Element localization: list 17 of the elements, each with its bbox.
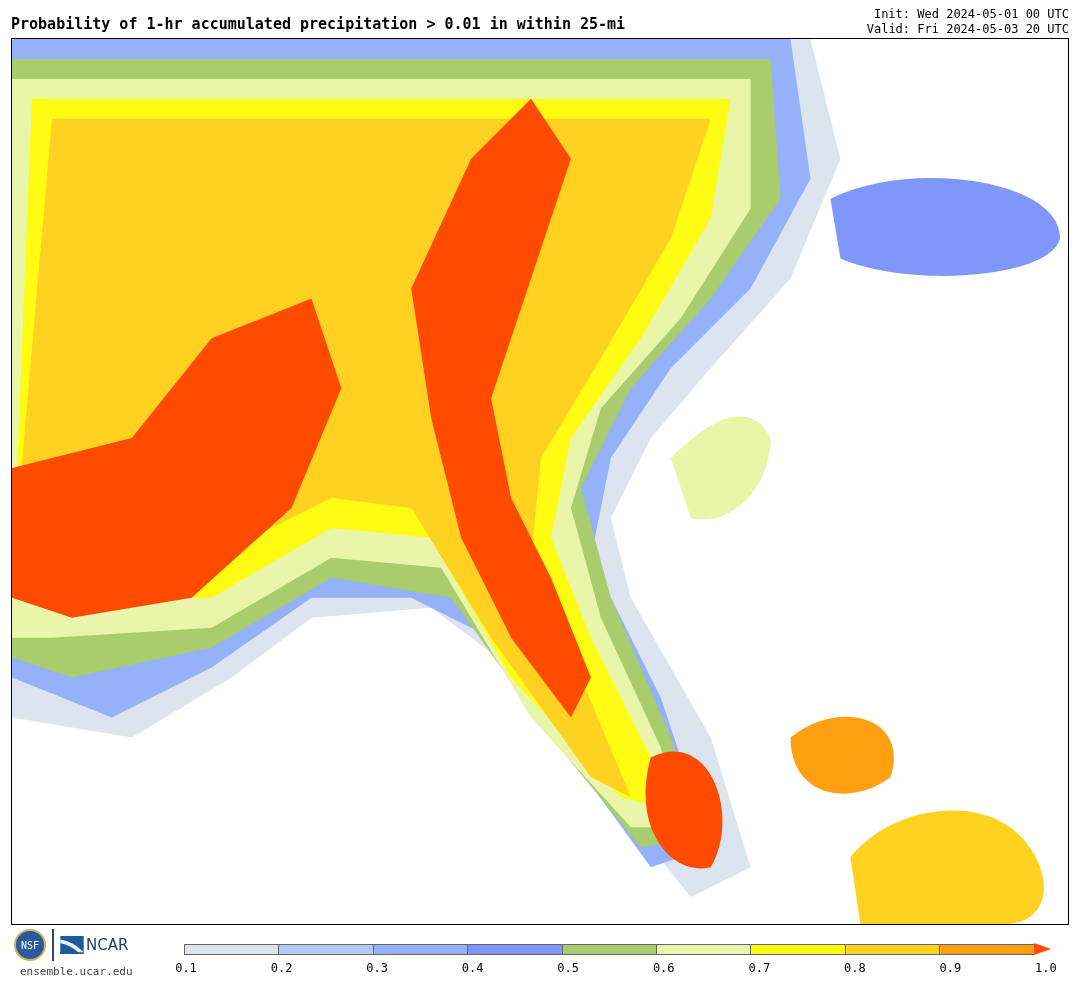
legend-tick-label: 0.1 [174,961,198,975]
legend-tick-label: 0.6 [651,961,676,975]
ncar-emblem-icon [60,936,84,954]
chart-title: Probability of 1-hr accumulated precipitation > 0.01 in within 25-mi [11,15,626,35]
legend-tick-label: 1.0 [1034,961,1058,975]
valid-time: Valid: Fri 2024-05-03 20 UTC [866,22,1069,37]
ncar-logo: NCAR [86,936,129,954]
legend-tick-label: 0.4 [460,961,485,975]
legend-tick-label: 0.5 [556,961,581,975]
legend-tick-label: 0.9 [938,961,963,975]
init-time: Init: Wed 2024-05-01 00 UTC [873,7,1069,22]
website-url: ensemble.ucar.edu [20,965,133,978]
nsf-logo: NSF [14,929,46,961]
legend-tick-label: 0.2 [269,961,294,975]
legend-tick-label: 0.8 [843,961,867,975]
legend-tick-label: 0.3 [365,961,389,975]
legend-tick-label: 0.7 [747,961,772,975]
